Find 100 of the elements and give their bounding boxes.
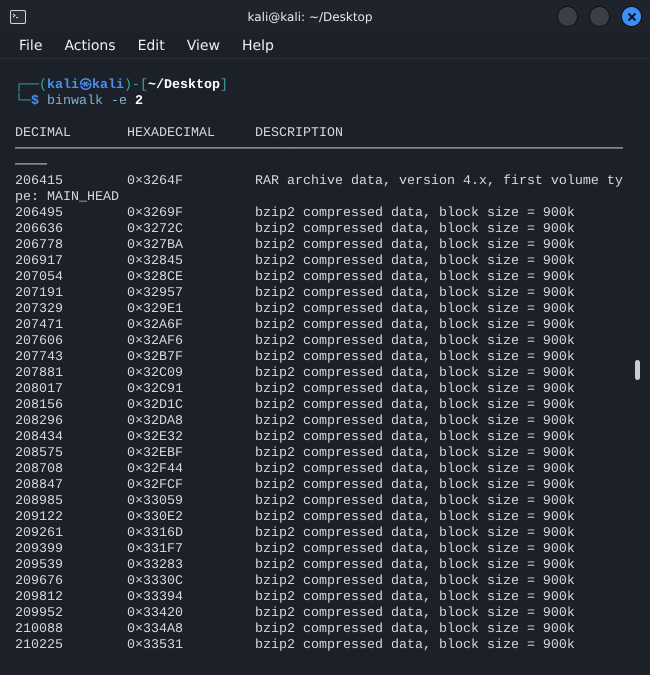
column-header: HEXADECIMAL <box>127 126 216 142</box>
description-cell-text: bzip2 compressed data, block size = 900k <box>255 462 576 478</box>
prompt-line: ┌──(kali㉿kali)-[~/Desktop] <box>15 78 228 93</box>
description-cell-text: bzip2 compressed data, block size = 900k <box>255 382 576 398</box>
decimal-cell-text: 207329 <box>15 302 64 318</box>
menu-item[interactable]: Actions <box>53 38 127 54</box>
separator-line: ──────────────────────────────────────────────────────────────────────────── <box>15 142 623 157</box>
description-cell-text: bzip2 compressed data, block size = 900k <box>255 334 576 350</box>
hex-cell-text: 0×33283 <box>127 558 184 574</box>
description-cell-text: bzip2 compressed data, block size = 900k <box>255 558 576 574</box>
decimal-cell-text: 206495 <box>15 206 64 222</box>
hex-cell-text: 0×32957 <box>127 286 184 302</box>
description-cell-text: bzip2 compressed data, block size = 900k <box>255 606 576 622</box>
hex-cell-text: 0×32D1C <box>127 398 184 414</box>
decimal-cell-text: 209399 <box>15 542 64 558</box>
column-header: DECIMAL <box>15 126 72 142</box>
description-cell: pe: MAIN_HEAD <box>15 190 119 205</box>
decimal-cell-text: 209261 <box>15 526 64 542</box>
hex-cell-text: 0×327BA <box>127 238 184 254</box>
hex-cell-text: 0×32845 <box>127 254 184 270</box>
description-cell-text: bzip2 compressed data, block size = 900k <box>255 574 576 590</box>
hex-cell-text: 0×3272C <box>127 222 184 238</box>
decimal-cell-text: 206778 <box>15 238 64 254</box>
decimal-cell-text: 206415 <box>15 174 64 190</box>
decimal-cell-text: 207606 <box>15 334 64 350</box>
decimal-cell-text: 208296 <box>15 414 64 430</box>
description-cell-text: bzip2 compressed data, block size = 900k <box>255 398 576 414</box>
hex-cell-text: 0×3269F <box>127 206 184 222</box>
description-cell-text: bzip2 compressed data, block size = 900k <box>255 526 576 542</box>
decimal-cell-text: 206917 <box>15 254 64 270</box>
decimal-cell-text: 210088 <box>15 622 64 638</box>
hex-cell-text: 0×33531 <box>127 638 184 654</box>
close-button[interactable] <box>621 6 642 27</box>
hex-cell-text: 0×3330C <box>127 574 184 590</box>
decimal-cell-text: 208847 <box>15 478 64 494</box>
hex-cell-text: 0×330E2 <box>127 510 184 526</box>
hex-cell-text: 0×331F7 <box>127 542 184 558</box>
decimal-cell-text: 208985 <box>15 494 64 510</box>
separator-line: ──── <box>15 158 47 173</box>
hex-cell-text: 0×33394 <box>127 590 184 606</box>
decimal-cell-text: 209812 <box>15 590 64 606</box>
decimal-cell-text: 208017 <box>15 382 64 398</box>
hex-cell-text: 0×329E1 <box>127 302 184 318</box>
decimal-cell-text: 207743 <box>15 350 64 366</box>
hex-cell-text: 0×32C09 <box>127 366 184 382</box>
description-cell-text: bzip2 compressed data, block size = 900k <box>255 638 576 654</box>
decimal-cell-text: 207191 <box>15 286 64 302</box>
description-cell-text: bzip2 compressed data, block size = 900k <box>255 238 576 254</box>
decimal-cell-text: 209676 <box>15 574 64 590</box>
menu-item[interactable]: File <box>8 38 54 54</box>
hex-cell-text: 0×32E32 <box>127 430 184 446</box>
decimal-cell-text: 209539 <box>15 558 64 574</box>
menu-item[interactable]: View <box>176 38 231 54</box>
close-icon <box>626 12 636 22</box>
description-cell-text: bzip2 compressed data, block size = 900k <box>255 590 576 606</box>
hex-cell-text: 0×32FCF <box>127 478 184 494</box>
description-cell-text: bzip2 compressed data, block size = 900k <box>255 350 576 366</box>
description-cell-text: bzip2 compressed data, block size = 900k <box>255 542 576 558</box>
column-header: DESCRIPTION <box>255 126 344 142</box>
hex-cell-text: 0×32DA8 <box>127 414 184 430</box>
description-cell-text: bzip2 compressed data, block size = 900k <box>255 510 576 526</box>
description-cell-text: bzip2 compressed data, block size = 900k <box>255 286 576 302</box>
hex-cell-text: 0×32EBF <box>127 446 184 462</box>
description-cell-text: bzip2 compressed data, block size = 900k <box>255 622 576 638</box>
decimal-cell-text: 206636 <box>15 222 64 238</box>
decimal-cell-text: 208575 <box>15 446 64 462</box>
description-cell-text: bzip2 compressed data, block size = 900k <box>255 494 576 510</box>
command-line: └─$ binwalk -e 2 <box>15 94 143 109</box>
menu-item[interactable]: Edit <box>126 38 176 54</box>
decimal-cell-text: 208434 <box>15 430 64 446</box>
decimal-cell-text: 207471 <box>15 318 64 334</box>
description-cell-text: bzip2 compressed data, block size = 900k <box>255 430 576 446</box>
hex-cell-text: 0×328CE <box>127 270 184 286</box>
description-cell-text: bzip2 compressed data, block size = 900k <box>255 414 576 430</box>
description-cell-text: bzip2 compressed data, block size = 900k <box>255 270 576 286</box>
decimal-cell-text: 210225 <box>15 638 64 654</box>
menu-item[interactable]: Help <box>230 38 285 54</box>
description-cell-text: bzip2 compressed data, block size = 900k <box>255 302 576 318</box>
description-cell-text: bzip2 compressed data, block size = 900k <box>255 222 576 238</box>
hex-cell-text: 0×32B7F <box>127 350 184 366</box>
decimal-cell-text: 209122 <box>15 510 64 526</box>
hex-cell-text: 0×32C91 <box>127 382 184 398</box>
hex-cell-text: 0×32AF6 <box>127 334 184 350</box>
description-cell-text: bzip2 compressed data, block size = 900k <box>255 366 576 382</box>
hex-cell-text: 0×3264F <box>127 174 184 190</box>
decimal-cell-text: 209952 <box>15 606 64 622</box>
hex-cell-text: 0×33059 <box>127 494 184 510</box>
window-title: kali@kali: ~/Desktop <box>246 10 374 24</box>
hex-cell-text: 0×32F44 <box>127 462 184 478</box>
decimal-cell-text: 207881 <box>15 366 64 382</box>
hex-cell-text: 0×3316D <box>127 526 184 542</box>
description-cell-text: bzip2 compressed data, block size = 900k <box>255 446 576 462</box>
decimal-cell-text: 207054 <box>15 270 64 286</box>
description-cell-text: bzip2 compressed data, block size = 900k <box>255 478 576 494</box>
description-cell-text: bzip2 compressed data, block size = 900k <box>255 318 576 334</box>
scrollbar-thumb[interactable] <box>635 360 640 380</box>
decimal-cell-text: 208156 <box>15 398 64 414</box>
hex-cell-text: 0×334A8 <box>127 622 184 638</box>
decimal-cell-text: 208708 <box>15 462 64 478</box>
description-cell-text: RAR archive data, version 4.x, first volume ty <box>255 174 624 190</box>
